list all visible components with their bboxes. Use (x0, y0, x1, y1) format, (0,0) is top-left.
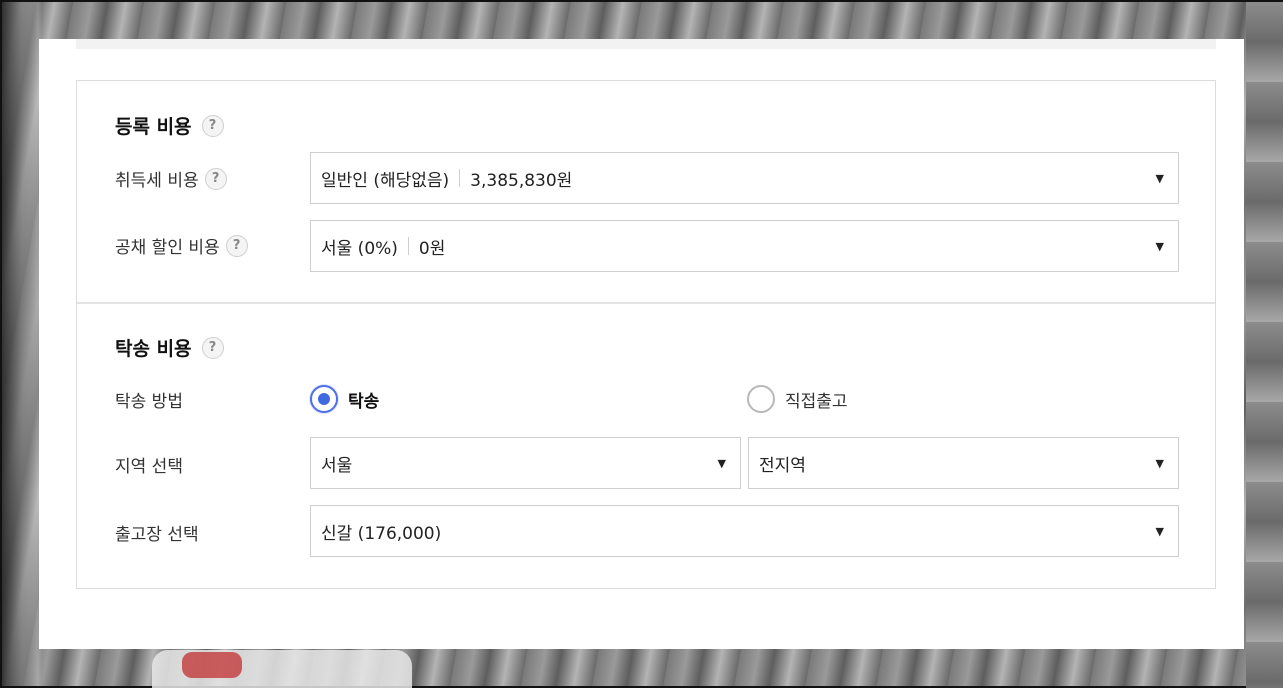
radio-delivery-label: 탁송 (348, 391, 380, 412)
delivery-title: 탁송 비용 (115, 338, 192, 360)
radio-delivery[interactable]: 탁송 (310, 385, 379, 413)
delivery-section-title: 탁송 비용 ? (115, 334, 224, 361)
region-select[interactable]: 서울 ▼ (310, 437, 741, 489)
chevron-down-icon: ▼ (1155, 239, 1164, 253)
region-label: 지역 선택 (115, 457, 183, 477)
region-selected: 서울 (321, 455, 353, 476)
chevron-down-icon: ▼ (1155, 524, 1164, 538)
sub-region-select[interactable]: 전지역 ▼ (748, 437, 1179, 489)
bond-discount-select[interactable]: 서울 (0%) 0원 ▼ (310, 220, 1179, 272)
bond-discount-amount: 0원 (418, 238, 446, 259)
bond-discount-selected: 서울 (0%) (321, 238, 398, 259)
acquisition-tax-value: 일반인 (해당없음) 3,385,830원 (321, 166, 1156, 191)
section-divider (77, 302, 1215, 304)
radio-circle (747, 385, 775, 413)
chevron-down-icon: ▼ (1155, 171, 1164, 185)
acquisition-tax-label: 취득세 비용 (115, 171, 199, 191)
region-label-group: 지역 선택 (115, 452, 183, 477)
chevron-down-icon: ▼ (1155, 456, 1164, 470)
background-strip (1246, 2, 1283, 688)
depot-label-group: 출고장 선택 (115, 520, 199, 545)
radio-dot (318, 393, 330, 405)
delivery-method-label-group: 탁송 방법 (115, 387, 183, 412)
value-separator (459, 169, 461, 187)
modal-top-bar (76, 39, 1216, 49)
registration-title: 등록 비용 (115, 116, 192, 138)
radio-direct-pickup-label: 직접출고 (785, 391, 848, 412)
depot-select[interactable]: 신갈 (176,000) ▼ (310, 505, 1179, 557)
delivery-method-label: 탁송 방법 (115, 392, 183, 412)
sub-region-selected: 전지역 (759, 455, 806, 476)
bond-discount-help-icon[interactable]: ? (225, 234, 248, 257)
depot-selected: 신갈 (176,000) (321, 523, 442, 544)
radio-direct-pickup[interactable]: 직접출고 (747, 385, 848, 413)
registration-section-title: 등록 비용 ? (115, 112, 224, 139)
chevron-down-icon: ▼ (717, 456, 726, 470)
acquisition-tax-selected: 일반인 (해당없음) (321, 170, 450, 191)
value-separator (407, 237, 409, 255)
background-taillight (182, 652, 242, 678)
bond-discount-label-group: 공채 할인 비용 ? (115, 233, 248, 258)
bond-discount-value: 서울 (0%) 0원 (321, 234, 1156, 259)
delivery-help-icon[interactable]: ? (201, 336, 224, 359)
bond-discount-label: 공채 할인 비용 (115, 238, 220, 258)
registration-help-icon[interactable]: ? (201, 114, 224, 137)
acquisition-tax-label-group: 취득세 비용 ? (115, 166, 227, 191)
acquisition-tax-select[interactable]: 일반인 (해당없음) 3,385,830원 ▼ (310, 152, 1179, 204)
depot-label: 출고장 선택 (115, 525, 199, 545)
cost-modal: 등록 비용 ? 취득세 비용 ? 일반인 (해당없음) 3,385,830원 ▼… (39, 39, 1244, 649)
acquisition-tax-help-icon[interactable]: ? (204, 167, 227, 190)
acquisition-tax-amount: 3,385,830원 (470, 170, 573, 191)
cost-card: 등록 비용 ? 취득세 비용 ? 일반인 (해당없음) 3,385,830원 ▼… (76, 80, 1216, 589)
radio-circle (310, 385, 338, 413)
